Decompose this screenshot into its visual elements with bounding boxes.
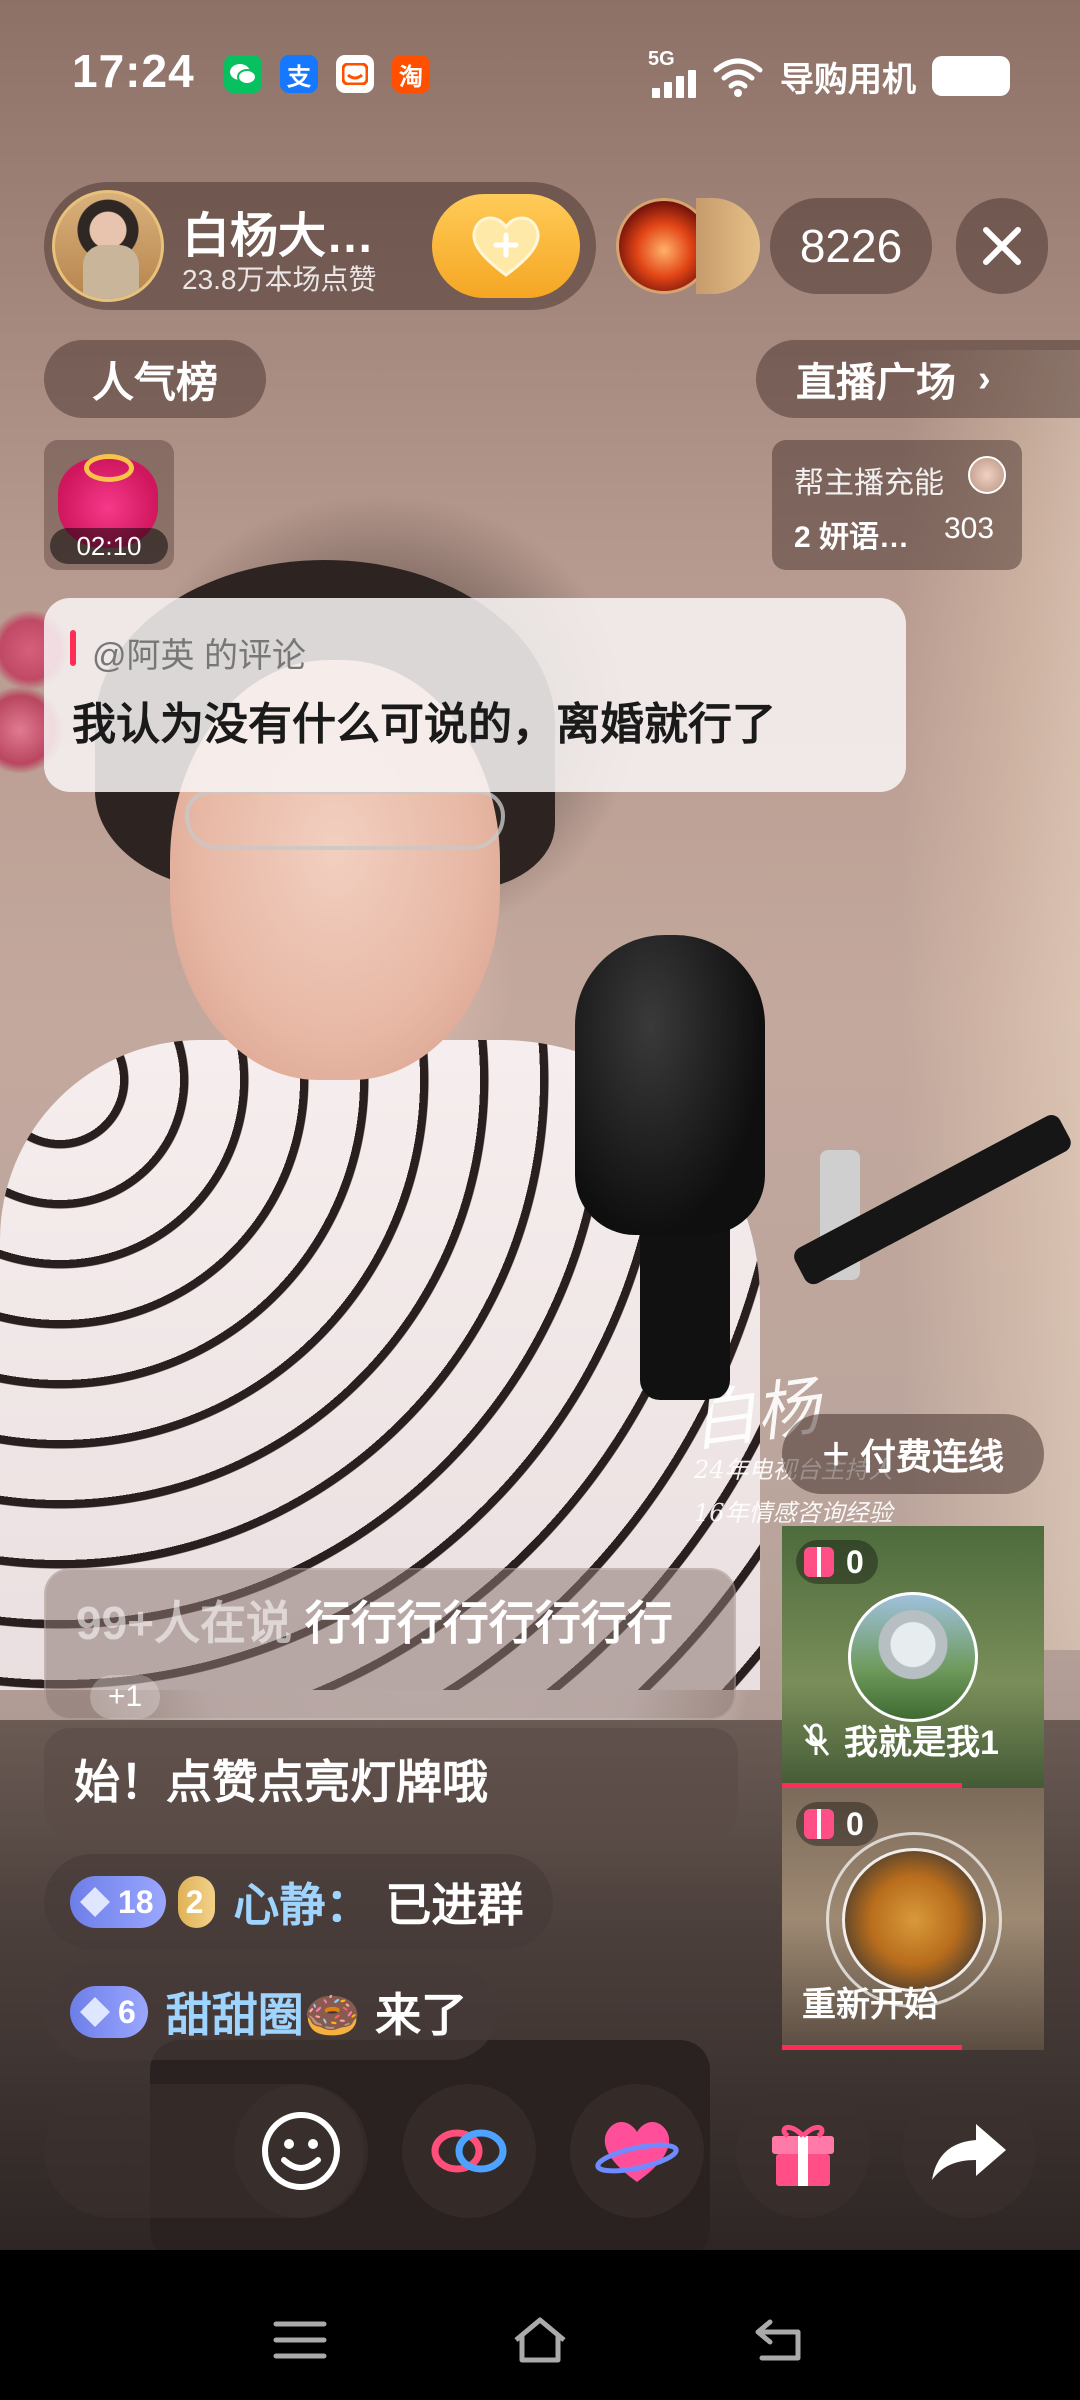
link-button[interactable] xyxy=(402,2084,536,2218)
emoji-button[interactable] xyxy=(234,2084,368,2218)
battery-icon xyxy=(932,56,1010,96)
cohost-avatar xyxy=(848,1592,978,1722)
pinned-comment[interactable]: @阿英 的评论 我认为没有什么可说的，离婚就行了 xyxy=(44,598,906,792)
paid-link-button[interactable]: + 付费连线 xyxy=(782,1414,1044,1494)
popularity-rank-button[interactable]: 人气榜 xyxy=(44,340,266,418)
carrier-name: 导购用机 xyxy=(780,61,916,99)
chat-float-message: 行行行行行行行行 xyxy=(304,1597,673,1649)
share-icon xyxy=(932,2124,1006,2180)
taobao-icon: 淘 xyxy=(392,55,430,93)
cohost-card[interactable]: 0 重新开始 xyxy=(782,1788,1044,2050)
comment-text: 我认为没有什么可说的，离婚就行了 xyxy=(72,700,776,749)
gift-icon xyxy=(804,1809,834,1839)
share-button[interactable] xyxy=(902,2084,1036,2218)
heart-planet-icon xyxy=(595,2121,679,2182)
gift-count: 0 xyxy=(846,1805,864,1842)
microphone xyxy=(575,935,765,1235)
user-level: 18 xyxy=(118,1883,154,1920)
cohost-gift-count: 0 xyxy=(796,1540,878,1584)
close-icon xyxy=(983,227,1021,265)
comment-accent-bar xyxy=(70,630,76,666)
system-message: 始！点赞点亮灯牌哦 xyxy=(44,1728,738,1836)
emoji-icon xyxy=(262,2112,340,2190)
chat-message[interactable]: 18 2 心静： 已进群 xyxy=(44,1854,554,1950)
lucky-bag[interactable]: 02:10 xyxy=(44,440,174,570)
gift-count: 0 xyxy=(846,1543,864,1580)
lucky-bag-timer: 02:10 xyxy=(50,528,168,564)
cohost-avatar xyxy=(842,1848,986,1992)
live-plaza-button[interactable]: 直播广场 › xyxy=(756,340,1080,418)
user-level-badge: 18 xyxy=(70,1876,166,1928)
cohost-name: 我就是我1 xyxy=(844,1724,999,1762)
cohost-gift-count: 0 xyxy=(796,1802,878,1846)
charge-score: 303 xyxy=(944,512,995,545)
diamond-icon xyxy=(80,1887,110,1917)
cohost-name: 重新开始 xyxy=(802,1986,938,2024)
anchor-charge-card[interactable]: 帮主播充能 2 妍语… 303 xyxy=(772,440,1022,570)
like-button[interactable] xyxy=(570,2084,704,2218)
cohost-progress xyxy=(782,2045,962,2050)
alipay-icon: 支 xyxy=(280,55,318,93)
mic-off-icon xyxy=(802,1723,830,1756)
chat-text: 来了 xyxy=(375,1989,468,2041)
status-bar: 17:24 支 淘 5G 导购用机 xyxy=(0,0,1080,150)
watermark-line-2: 16年情感咨询经验 xyxy=(694,1499,893,1527)
chat-username[interactable]: 甜甜圈🍩 xyxy=(166,1979,361,2045)
floating-chat-bubble[interactable]: 99+人在说 行行行行行行行行 +1 xyxy=(44,1568,736,1720)
paid-link-label: 付费连线 xyxy=(860,1436,1005,1477)
back-icon[interactable] xyxy=(750,2314,810,2366)
chat-message[interactable]: 6 甜甜圈🍩 来了 xyxy=(44,1964,498,2060)
cohost-name-row: 重新开始 xyxy=(802,1977,938,2026)
close-button[interactable] xyxy=(956,198,1048,294)
home-icon[interactable] xyxy=(510,2314,570,2366)
link-icon xyxy=(431,2129,507,2173)
host-glasses xyxy=(185,790,505,850)
fan-level: 2 xyxy=(185,1883,204,1920)
chat-username[interactable]: 心静： xyxy=(233,1869,371,1935)
charge-user: 2 妍语… xyxy=(794,521,910,554)
anchor-name[interactable]: 白杨大… xyxy=(182,196,374,266)
anchor-likes: 23.8万本场点赞 xyxy=(182,264,377,295)
signal-icon xyxy=(650,68,700,98)
status-time: 17:24 xyxy=(72,45,195,97)
gift-icon xyxy=(804,1547,834,1577)
menu-icon[interactable] xyxy=(270,2314,330,2366)
app-icon xyxy=(336,55,374,93)
wifi-icon xyxy=(713,58,763,97)
cohost-card[interactable]: 0 我就是我1 xyxy=(782,1526,1044,1788)
user-level-badge: 6 xyxy=(70,1986,148,2038)
charge-avatar xyxy=(968,456,1006,494)
comment-author: @阿英 的评论 xyxy=(92,637,306,675)
charge-title: 帮主播充能 xyxy=(794,467,944,500)
follow-button[interactable] xyxy=(432,194,580,298)
viewer-count[interactable]: 8226 xyxy=(770,198,932,294)
plus-one-button[interactable]: +1 xyxy=(90,1674,161,1719)
lucky-bag-tie xyxy=(84,454,134,482)
chevron-right-icon: › xyxy=(978,357,991,400)
chat-count: 99+人在说 xyxy=(76,1597,293,1649)
anchor-avatar[interactable] xyxy=(52,190,164,302)
plus-icon: + xyxy=(821,1427,850,1481)
gift-icon xyxy=(772,2124,834,2186)
fan-level-badge: 2 xyxy=(177,1876,216,1928)
cohost-name-row: 我就是我1 xyxy=(802,1715,999,1764)
heart-plus-icon xyxy=(472,216,540,277)
wechat-icon xyxy=(224,55,262,93)
live-plaza-label: 直播广场 xyxy=(796,361,956,405)
gift-button[interactable] xyxy=(736,2084,870,2218)
chat-text: 已进群 xyxy=(385,1879,524,1931)
user-level: 6 xyxy=(118,1993,136,2030)
diamond-icon xyxy=(80,1997,110,2027)
